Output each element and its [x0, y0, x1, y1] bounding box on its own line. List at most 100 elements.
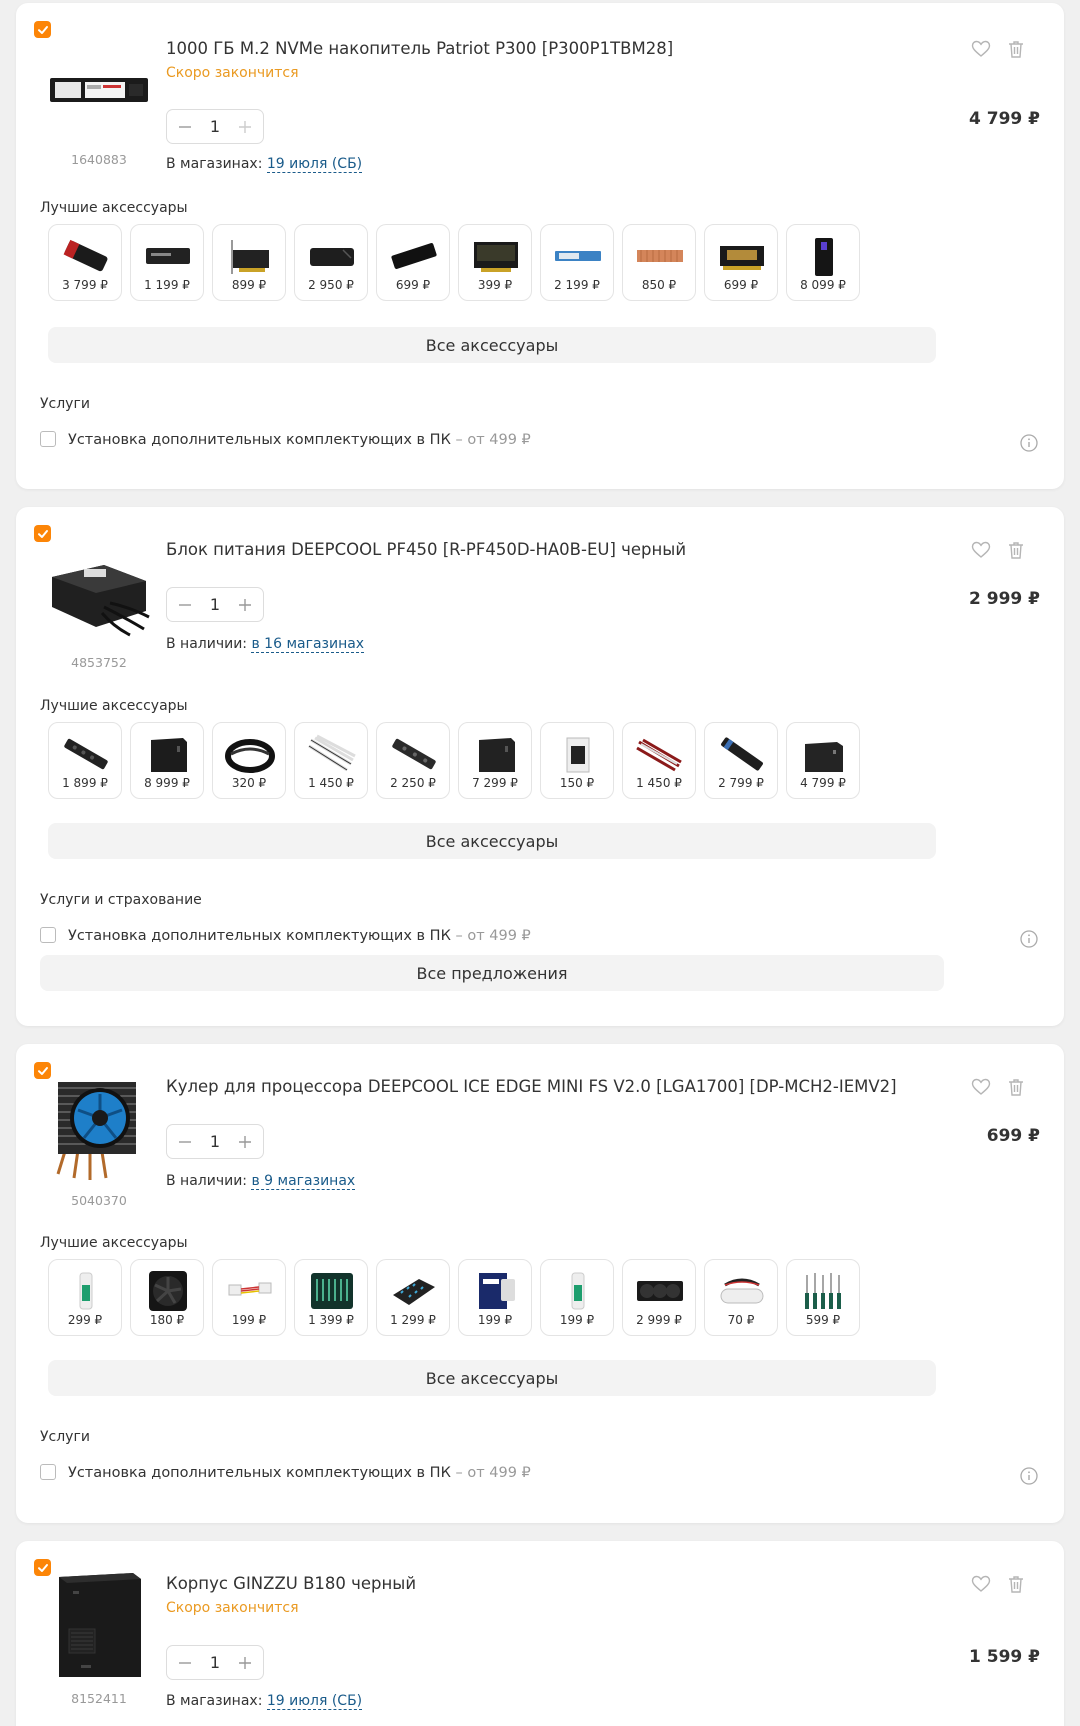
- product-title[interactable]: Корпус GINZZU B180 черный: [166, 1574, 416, 1593]
- accessory-price: 699 ₽: [395, 278, 431, 292]
- decrease-button[interactable]: [177, 119, 193, 135]
- quantity-value[interactable]: 1: [210, 1653, 220, 1672]
- accessory-image: [143, 733, 193, 775]
- info-icon[interactable]: [1020, 930, 1038, 948]
- accessory-card[interactable]: 1 299 ₽: [376, 1259, 450, 1336]
- accessory-card[interactable]: 699 ₽: [376, 224, 450, 301]
- product-image[interactable]: [42, 537, 156, 647]
- all-accessories-button[interactable]: Все аксессуары: [48, 327, 936, 363]
- availability-label: В наличии:: [166, 636, 252, 652]
- accessory-card[interactable]: 320 ₽: [212, 722, 286, 799]
- accessory-price: 320 ₽: [231, 776, 267, 790]
- availability: В магазинах: 19 июля (СБ): [166, 1693, 363, 1710]
- accessory-image: [717, 235, 767, 277]
- product-price: 699 ₽: [986, 1126, 1040, 1146]
- quantity-value[interactable]: 1: [210, 1132, 220, 1151]
- all-offers-button[interactable]: Все предложения: [40, 955, 944, 991]
- accessories-row: 3 799 ₽ 1 199 ₽ 899 ₽ 2 950 ₽ 699 ₽ 399 …: [48, 224, 860, 301]
- all-accessories-button[interactable]: Все аксессуары: [48, 1360, 936, 1396]
- favorite-heart-icon[interactable]: [971, 39, 991, 59]
- accessory-card[interactable]: 399 ₽: [458, 224, 532, 301]
- accessory-card[interactable]: 2 950 ₽: [294, 224, 368, 301]
- product-code: 4853752: [71, 655, 127, 670]
- favorite-heart-icon[interactable]: [971, 540, 991, 560]
- favorite-heart-icon[interactable]: [971, 1077, 991, 1097]
- service-option[interactable]: Установка дополнительных комплектующих в…: [68, 1465, 531, 1481]
- service-checkbox[interactable]: [40, 927, 56, 943]
- accessory-image: [635, 1270, 685, 1312]
- accessory-price: 150 ₽: [559, 776, 595, 790]
- accessory-image: [471, 733, 521, 775]
- accessory-card[interactable]: 599 ₽: [786, 1259, 860, 1336]
- favorite-heart-icon[interactable]: [971, 1574, 991, 1594]
- accessory-card[interactable]: 2 999 ₽: [622, 1259, 696, 1336]
- accessory-card[interactable]: 199 ₽: [212, 1259, 286, 1336]
- decrease-button[interactable]: [177, 1134, 193, 1150]
- accessory-card[interactable]: 199 ₽: [458, 1259, 532, 1336]
- accessory-image: [635, 235, 685, 277]
- accessory-price: 1 450 ₽: [308, 776, 354, 790]
- accessory-card[interactable]: 850 ₽: [622, 224, 696, 301]
- accessory-image: [553, 235, 603, 277]
- trash-icon[interactable]: [1006, 1077, 1026, 1097]
- service-checkbox[interactable]: [40, 431, 56, 447]
- info-icon[interactable]: [1020, 434, 1038, 452]
- minus-icon: [179, 1661, 191, 1664]
- accessory-price: 850 ₽: [641, 278, 677, 292]
- service-option[interactable]: Установка дополнительных комплектующих в…: [68, 432, 531, 448]
- quantity-value[interactable]: 1: [210, 595, 220, 614]
- increase-button[interactable]: [237, 1134, 253, 1150]
- accessory-card[interactable]: 180 ₽: [130, 1259, 204, 1336]
- product-title[interactable]: 1000 ГБ M.2 NVMe накопитель Patriot P300…: [166, 39, 673, 58]
- info-icon[interactable]: [1020, 1467, 1038, 1485]
- accessory-card[interactable]: 70 ₽: [704, 1259, 778, 1336]
- accessory-card[interactable]: 8 099 ₽: [786, 224, 860, 301]
- product-image[interactable]: [42, 35, 156, 145]
- decrease-button[interactable]: [177, 1655, 193, 1671]
- service-option[interactable]: Установка дополнительных комплектующих в…: [68, 928, 531, 944]
- quantity-stepper: 1: [166, 1124, 264, 1159]
- quantity-value[interactable]: 1: [210, 117, 220, 136]
- accessory-image: [799, 1270, 849, 1312]
- accessory-card[interactable]: 2 199 ₽: [540, 224, 614, 301]
- accessory-card[interactable]: 2 799 ₽: [704, 722, 778, 799]
- availability-link[interactable]: в 16 магазинах: [251, 636, 365, 653]
- accessory-card[interactable]: 4 799 ₽: [786, 722, 860, 799]
- minus-icon: [179, 603, 191, 606]
- product-title[interactable]: Кулер для процессора DEEPCOOL ICE EDGE M…: [166, 1077, 897, 1096]
- increase-button[interactable]: [237, 1655, 253, 1671]
- availability: В наличии: в 9 магазинах: [166, 1173, 356, 1190]
- accessory-card[interactable]: 1 899 ₽: [48, 722, 122, 799]
- availability-link[interactable]: 19 июля (СБ): [266, 1693, 363, 1710]
- accessory-card[interactable]: 7 299 ₽: [458, 722, 532, 799]
- all-accessories-button[interactable]: Все аксессуары: [48, 823, 936, 859]
- trash-icon[interactable]: [1006, 1574, 1026, 1594]
- accessory-card[interactable]: 1 399 ₽: [294, 1259, 368, 1336]
- accessory-card[interactable]: 1 450 ₽: [622, 722, 696, 799]
- accessory-price: 1 399 ₽: [308, 1313, 354, 1327]
- accessory-card[interactable]: 8 999 ₽: [130, 722, 204, 799]
- product-image[interactable]: [42, 1569, 156, 1679]
- accessory-price: 2 799 ₽: [718, 776, 764, 790]
- accessory-card[interactable]: 150 ₽: [540, 722, 614, 799]
- accessory-card[interactable]: 1 199 ₽: [130, 224, 204, 301]
- increase-button[interactable]: [237, 119, 253, 135]
- trash-icon[interactable]: [1006, 39, 1026, 59]
- product-title[interactable]: Блок питания DEEPCOOL PF450 [R-PF450D-HA…: [166, 540, 686, 559]
- accessory-card[interactable]: 2 250 ₽: [376, 722, 450, 799]
- accessory-card[interactable]: 299 ₽: [48, 1259, 122, 1336]
- accessory-card[interactable]: 3 799 ₽: [48, 224, 122, 301]
- service-checkbox[interactable]: [40, 1464, 56, 1480]
- product-image[interactable]: [42, 1075, 156, 1185]
- availability-link[interactable]: 19 июля (СБ): [266, 156, 363, 173]
- accessory-card[interactable]: 199 ₽: [540, 1259, 614, 1336]
- accessory-card[interactable]: 699 ₽: [704, 224, 778, 301]
- accessory-card[interactable]: 1 450 ₽: [294, 722, 368, 799]
- accessory-card[interactable]: 899 ₽: [212, 224, 286, 301]
- increase-button[interactable]: [237, 597, 253, 613]
- accessory-price: 199 ₽: [559, 1313, 595, 1327]
- cart-item-card: 4853752 Блок питания DEEPCOOL PF450 [R-P…: [16, 507, 1064, 1026]
- availability-link[interactable]: в 9 магазинах: [251, 1173, 356, 1190]
- decrease-button[interactable]: [177, 597, 193, 613]
- trash-icon[interactable]: [1006, 540, 1026, 560]
